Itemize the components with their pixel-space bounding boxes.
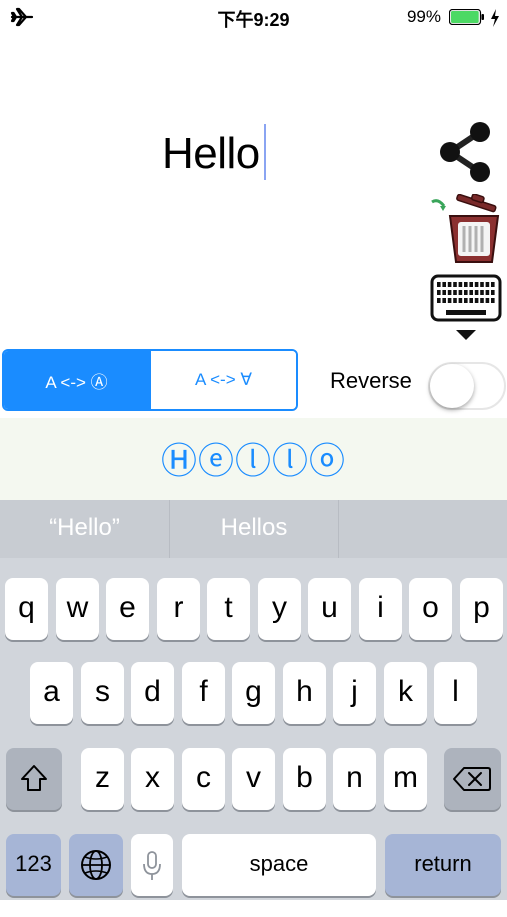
keyboard-icon-keycap xyxy=(447,298,452,303)
delete-icon xyxy=(453,767,491,791)
key-b[interactable]: b xyxy=(283,748,326,810)
converted-output-text[interactable]: Ⓗⓔⓛⓛⓞ xyxy=(0,432,507,484)
keyboard-icon-keycap xyxy=(464,298,468,303)
keyboard-icon-keycap xyxy=(453,290,457,295)
key-v[interactable]: v xyxy=(232,748,275,810)
keyboard-icon-keycap xyxy=(474,298,479,303)
toggle-knob xyxy=(430,364,474,408)
key-i[interactable]: i xyxy=(359,578,402,640)
shift-icon xyxy=(21,765,47,791)
key-w[interactable]: w xyxy=(56,578,99,640)
keyboard-icon-keycap xyxy=(437,298,441,303)
key-y[interactable]: y xyxy=(258,578,301,640)
mode-segmented-control: A <-> Ⓐ A <-> ∀ xyxy=(2,349,298,411)
key-k[interactable]: k xyxy=(384,662,427,724)
key-g[interactable]: g xyxy=(232,662,275,724)
keyboard-icon-keycap xyxy=(491,298,495,303)
key-m[interactable]: m xyxy=(384,748,427,810)
reverse-label: Reverse xyxy=(330,368,412,393)
microphone-icon xyxy=(143,851,161,880)
delete-key[interactable] xyxy=(444,748,501,810)
keyboard-icon-keycap xyxy=(469,282,473,287)
keyboard-icon-keycap xyxy=(485,298,490,303)
keyboard-toggle-button[interactable] xyxy=(428,274,504,346)
key-d[interactable]: d xyxy=(131,662,174,724)
keyboard-icon xyxy=(430,274,502,340)
mode-upside-down[interactable]: A <-> ∀ xyxy=(149,351,296,409)
share-icon xyxy=(440,122,490,182)
suggestion-bar: “Hello” Hellos xyxy=(0,500,507,558)
keyboard-icon-keycap xyxy=(474,282,479,287)
keyboard-icon-keycap xyxy=(480,282,484,287)
suggestion-empty[interactable] xyxy=(339,500,507,558)
keyboard-icon-keycap xyxy=(442,282,446,287)
keyboard-icon-keycap xyxy=(480,290,484,295)
keyboard-icon-keycap xyxy=(453,298,457,303)
keyboard-icon-keycap xyxy=(464,290,468,295)
keyboard-icon-keycap xyxy=(458,290,463,295)
key-t[interactable]: t xyxy=(207,578,250,640)
mode-circled-letters[interactable]: A <-> Ⓐ xyxy=(4,351,149,409)
battery-charging-icon xyxy=(449,9,484,25)
space-key[interactable]: space xyxy=(182,834,376,896)
reverse-toggle[interactable] xyxy=(428,362,506,410)
globe-icon xyxy=(81,850,111,880)
keyboard-icon-keycap xyxy=(458,298,463,303)
share-button[interactable] xyxy=(432,118,498,188)
clear-button[interactable] xyxy=(426,193,506,266)
keyboard-icon-keycap xyxy=(447,282,452,287)
key-a[interactable]: a xyxy=(30,662,73,724)
keyboard-icon-keycap xyxy=(485,290,490,295)
keyboard-icon-keycap xyxy=(437,282,441,287)
converted-output-area: Ⓗⓔⓛⓛⓞ xyxy=(0,418,507,500)
keyboard-icon-keycap xyxy=(480,298,484,303)
keyboard-icon-keycap xyxy=(442,298,446,303)
key-n[interactable]: n xyxy=(333,748,376,810)
keyboard-icon-keycap xyxy=(491,282,495,287)
return-key[interactable]: return xyxy=(385,834,501,896)
key-h[interactable]: h xyxy=(283,662,326,724)
charging-bolt-icon xyxy=(491,9,499,27)
keyboard-icon-keycap xyxy=(458,282,463,287)
keyboard: “Hello” Hellos q w e r t y u i o p a s d… xyxy=(0,500,507,900)
keyboard-icon-keycap xyxy=(447,290,452,295)
key-q[interactable]: q xyxy=(5,578,48,640)
keyboard-icon-keycap xyxy=(464,282,468,287)
key-o[interactable]: o xyxy=(409,578,452,640)
suggestion-quoted[interactable]: “Hello” xyxy=(0,500,169,558)
key-s[interactable]: s xyxy=(81,662,124,724)
keyboard-icon-keycap xyxy=(469,290,473,295)
keyboard-icon-keycap xyxy=(469,298,473,303)
key-j[interactable]: j xyxy=(333,662,376,724)
keyboard-icon-keycap xyxy=(474,290,479,295)
status-bar: 下午9:29 99% xyxy=(0,0,507,36)
keyboard-icon-keycap xyxy=(437,290,441,295)
key-c[interactable]: c xyxy=(182,748,225,810)
microphone-key[interactable] xyxy=(131,834,173,896)
suggestion-hellos[interactable]: Hellos xyxy=(170,500,338,558)
globe-key[interactable] xyxy=(69,834,123,896)
keyboard-icon-keycap xyxy=(442,290,446,295)
numbers-key[interactable]: 123 xyxy=(6,834,61,896)
key-f[interactable]: f xyxy=(182,662,225,724)
key-l[interactable]: l xyxy=(434,662,477,724)
trash-icon xyxy=(431,193,500,263)
shift-key[interactable] xyxy=(6,748,62,810)
input-text[interactable]: Hello xyxy=(162,128,260,180)
key-r[interactable]: r xyxy=(157,578,200,640)
keyboard-icon-keycap xyxy=(453,282,457,287)
keyboard-icon-keycap xyxy=(485,282,490,287)
key-x[interactable]: x xyxy=(131,748,174,810)
key-p[interactable]: p xyxy=(460,578,503,640)
key-z[interactable]: z xyxy=(81,748,124,810)
keyboard-icon-keycap xyxy=(491,290,495,295)
battery-percent: 99% xyxy=(406,7,441,26)
text-cursor xyxy=(264,124,266,180)
key-e[interactable]: e xyxy=(106,578,149,640)
key-u[interactable]: u xyxy=(308,578,351,640)
